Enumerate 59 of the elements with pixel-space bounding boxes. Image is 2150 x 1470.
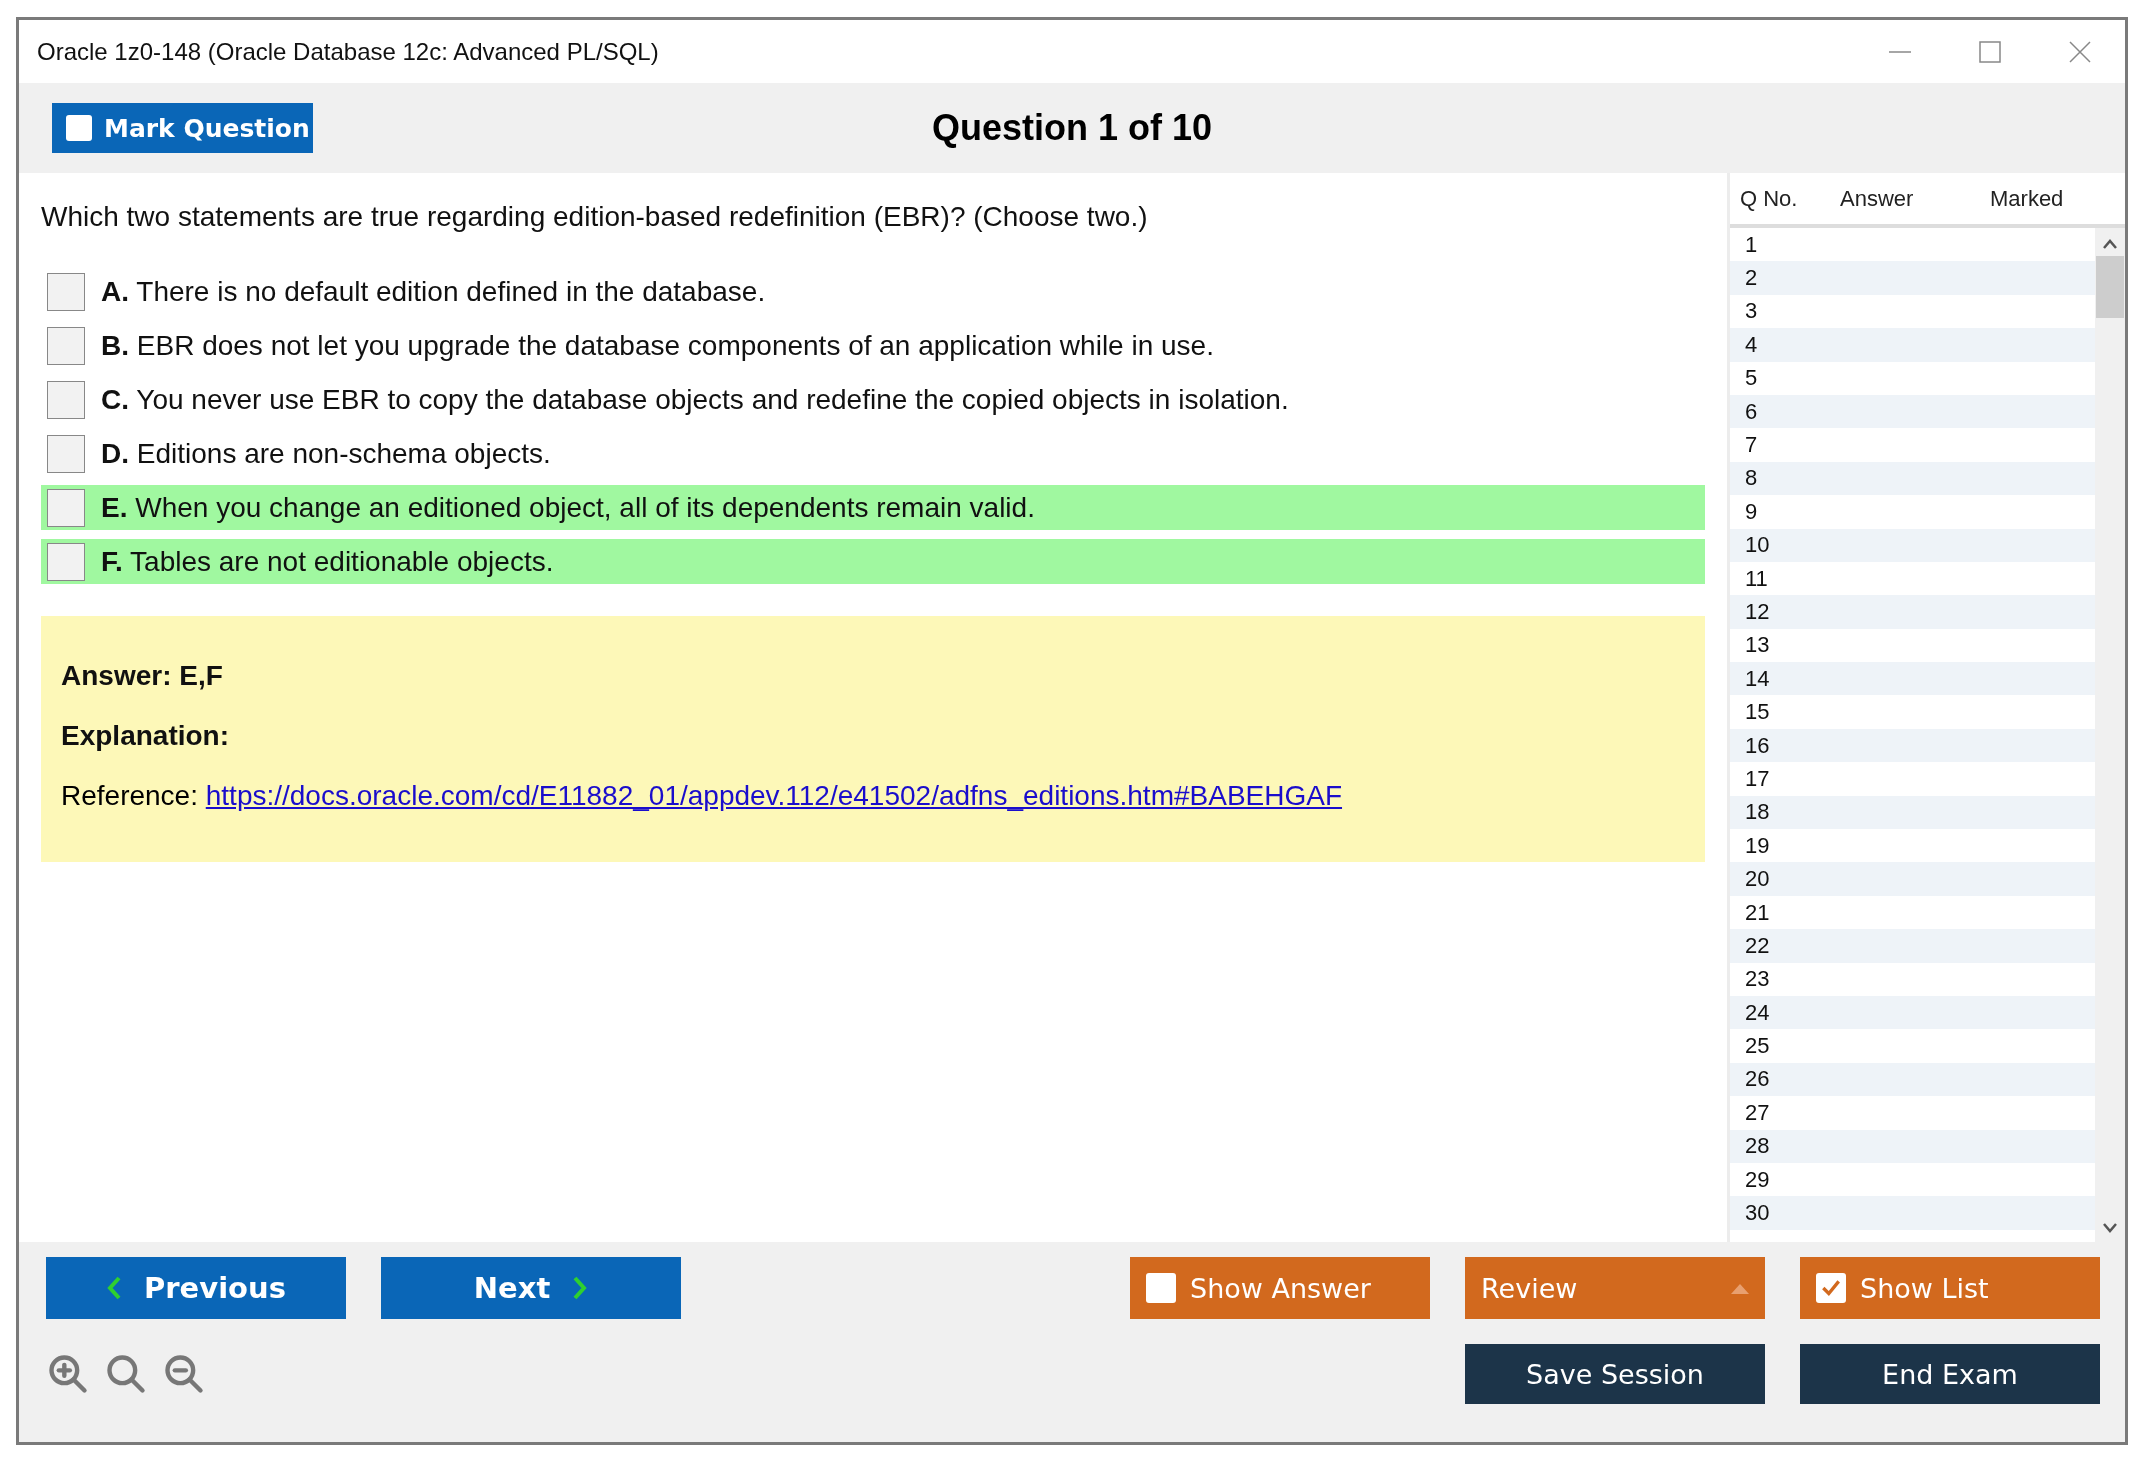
question-list-row[interactable]: 16 [1730,728,2095,763]
scrollbar[interactable] [2095,228,2125,1242]
previous-button[interactable]: Previous [46,1257,346,1319]
reference-link[interactable]: https://docs.oracle.com/cd/E11882_01/appdev.112/e41502/adfns_editions.htm#BABEHGAF [205,780,1343,812]
option-checkbox[interactable] [47,272,85,311]
column-header[interactable]: Answer [1840,185,1990,212]
option-text: C. You never use EBR to copy the database objects and redefine the copied objects in isolation. [101,383,1289,416]
end-exam-button[interactable]: End Exam [1800,1344,2100,1404]
explanation-label: Explanation: [61,720,230,752]
option-text: E. When you change an editioned object, all of its dependents remain valid. [101,491,1035,524]
option-text: F. Tables are not editionable objects. [101,545,554,578]
review-dropdown[interactable]: Review [1465,1257,1765,1319]
save-session-button[interactable]: Save Session [1465,1344,1765,1404]
option-text: D. Editions are non-schema objects. [101,437,551,470]
option-text: A. There is no default edition defined in the database. [101,275,766,308]
question-list-row[interactable]: 14 [1730,662,2095,696]
option-checkbox[interactable] [47,380,85,419]
show-list-button[interactable]: Show List [1800,1257,2100,1319]
chevron-icon [106,1276,123,1300]
reference-label: Reference: [61,780,199,812]
column-header[interactable]: Marked [1990,185,2120,212]
maximize-icon [1979,40,2001,63]
option-checkbox[interactable] [47,542,85,581]
question-list-row[interactable]: 18 [1730,795,2095,830]
scroll-down-icon[interactable] [2102,1222,2118,1234]
option-checkbox[interactable] [47,488,85,527]
next-button[interactable]: Next [381,1257,681,1319]
question-list-row[interactable]: 24 [1730,996,2095,1030]
answer-text: Answer: E,F [61,660,224,692]
zoom-out-icon[interactable] [162,1352,206,1396]
question-list-row[interactable]: 22 [1730,929,2095,963]
question-list-row[interactable]: 8 [1730,461,2095,496]
checkmark-icon [1820,1277,1842,1299]
chevron-icon [572,1276,589,1300]
question-list-row[interactable]: 26 [1730,1062,2095,1097]
window-title: Oracle 1z0-148 (Oracle Database 12c: Advanced PL/SQL) [37,37,660,66]
question-counter: Question 1 of 10 [931,107,1213,149]
zoom-in-icon[interactable] [46,1352,90,1396]
question-list-row[interactable]: 6 [1730,394,2095,429]
question-list-row[interactable]: 12 [1730,595,2095,629]
zoom-reset-icon[interactable] [104,1352,148,1396]
question-list-row[interactable]: 30 [1730,1196,2095,1230]
scroll-up-icon[interactable] [2102,238,2118,250]
question-list-row[interactable]: 10 [1730,528,2095,562]
question-text: Which two statements are true regarding edition-based redefinition (EBR)? (Choose two.) [41,201,1149,233]
scrollbar-thumb[interactable] [2096,256,2124,318]
close-icon [2069,40,2091,63]
column-header[interactable]: Q No. [1730,185,1840,212]
question-list-row[interactable]: 4 [1730,328,2095,362]
caret-icon [1731,1282,1749,1294]
mark-question-button[interactable]: Mark Question [52,103,313,153]
question-list-row[interactable]: 2 [1730,261,2095,295]
question-list-row[interactable]: 20 [1730,862,2095,896]
question-list-row[interactable]: 28 [1730,1129,2095,1163]
option-checkbox[interactable] [47,326,85,365]
option-text: B. EBR does not let you upgrade the database components of an application while in use. [101,329,1214,362]
minimize-icon [1889,50,1911,53]
option-checkbox[interactable] [47,434,85,473]
show-answer-button[interactable]: Show Answer [1130,1257,1430,1319]
